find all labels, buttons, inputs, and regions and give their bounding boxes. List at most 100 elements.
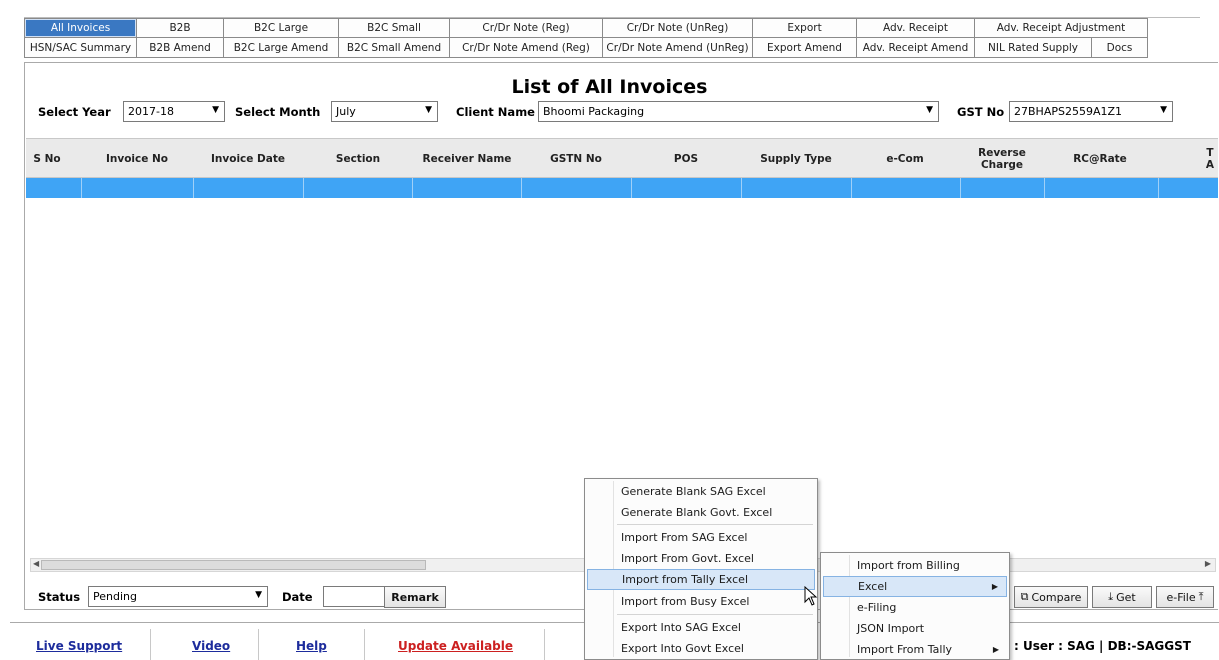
column-header[interactable]: T A — [1202, 139, 1218, 179]
column-header[interactable]: POS — [632, 139, 740, 179]
video-link[interactable]: Video — [192, 639, 230, 653]
gst-value: 27BHAPS2559A1Z1 — [1014, 105, 1123, 118]
tab-crdr-note-reg[interactable]: Cr/Dr Note (Reg) — [449, 18, 602, 38]
parent-menu: Import from Billing Excel ▶ e-Filing JSO… — [820, 552, 1010, 660]
month-label: Select Month — [235, 105, 321, 119]
selected-row[interactable] — [26, 178, 1218, 198]
row-divider — [1044, 178, 1045, 198]
remark-button[interactable]: Remark — [384, 586, 446, 608]
month-select[interactable]: July ▼ — [331, 101, 438, 122]
compare-icon: ⧉ — [1020, 590, 1029, 603]
update-available-link[interactable]: Update Available — [398, 639, 513, 653]
tab-b2b-amend[interactable]: B2B Amend — [136, 38, 223, 58]
tab-hsn-sac-summary[interactable]: HSN/SAC Summary — [24, 38, 136, 58]
scroll-left-icon[interactable]: ◀ — [33, 559, 39, 568]
client-value: Bhoomi Packaging — [543, 105, 645, 118]
scroll-thumb[interactable] — [41, 560, 426, 570]
tab-adv-receipt-adjustment[interactable]: Adv. Receipt Adjustment — [974, 18, 1148, 38]
chevron-down-icon: ▼ — [212, 105, 219, 115]
menu-item-import-from-tally[interactable]: Import From Tally ▶ — [823, 639, 1007, 660]
menu-item-generate-blank-sag-excel[interactable]: Generate Blank SAG Excel — [587, 481, 815, 502]
footer-divider — [150, 629, 151, 660]
column-header[interactable]: S No — [26, 139, 68, 179]
menu-item-excel[interactable]: Excel ▶ — [823, 576, 1007, 597]
gst-label: GST No — [957, 105, 1005, 119]
footer-divider — [364, 629, 365, 660]
row-divider — [631, 178, 632, 198]
menu-item-import-from-tally-label: Import From Tally — [857, 643, 953, 656]
column-header[interactable]: e-Com — [852, 139, 958, 179]
row-divider — [960, 178, 961, 198]
tab-grid: All Invoices B2B B2C Large B2C Small Cr/… — [24, 0, 1200, 62]
row-divider — [521, 178, 522, 198]
year-value: 2017-18 — [128, 105, 174, 118]
menu-item-generate-blank-govt-excel[interactable]: Generate Blank Govt. Excel — [587, 502, 815, 523]
tab-b2c-small-amend[interactable]: B2C Small Amend — [338, 38, 449, 58]
tab-crdr-note-amend-reg[interactable]: Cr/Dr Note Amend (Reg) — [449, 38, 602, 58]
column-header[interactable]: RC@Rate — [1044, 139, 1156, 179]
menu-separator — [617, 614, 813, 615]
chevron-down-icon: ▼ — [255, 590, 262, 600]
status-select[interactable]: Pending ▼ — [88, 586, 268, 607]
menu-item-import-from-tally-excel[interactable]: Import from Tally Excel — [587, 569, 815, 590]
gst-select[interactable]: 27BHAPS2559A1Z1 ▼ — [1009, 101, 1173, 122]
tab-crdr-note-unreg[interactable]: Cr/Dr Note (UnReg) — [602, 18, 752, 38]
column-header[interactable]: Supply Type — [742, 139, 850, 179]
tab-b2c-small[interactable]: B2C Small — [338, 18, 449, 38]
tab-b2c-large-amend[interactable]: B2C Large Amend — [223, 38, 338, 58]
column-header[interactable]: Section — [304, 139, 412, 179]
tab-export[interactable]: Export — [752, 18, 856, 38]
month-value: July — [336, 105, 356, 118]
help-link[interactable]: Help — [296, 639, 327, 653]
row-divider — [193, 178, 194, 198]
tab-docs[interactable]: Docs — [1091, 38, 1148, 58]
column-header[interactable]: Invoice No — [81, 139, 193, 179]
get-label: Get — [1116, 590, 1136, 604]
tab-adv-receipt-amend[interactable]: Adv. Receipt Amend — [856, 38, 974, 58]
compare-label: Compare — [1031, 590, 1082, 604]
year-label: Select Year — [38, 105, 111, 119]
menu-item-import-from-govt-excel[interactable]: Import From Govt. Excel — [587, 548, 815, 569]
year-select[interactable]: 2017-18 ▼ — [123, 101, 225, 122]
column-header[interactable]: GSTN No — [522, 139, 630, 179]
scroll-right-icon[interactable]: ▶ — [1205, 559, 1211, 568]
menu-item-e-filing[interactable]: e-Filing — [823, 597, 1007, 618]
tab-all-invoices[interactable]: All Invoices — [24, 18, 136, 38]
compare-button[interactable]: ⧉ Compare — [1014, 586, 1088, 608]
tab-b2c-large[interactable]: B2C Large — [223, 18, 338, 38]
submenu-arrow-icon: ▶ — [992, 645, 999, 654]
tab-export-amend[interactable]: Export Amend — [752, 38, 856, 58]
tab-nil-rated-supply[interactable]: NIL Rated Supply — [974, 38, 1091, 58]
user-db-status: : User : SAG | DB:-SAGGST — [1014, 639, 1191, 653]
client-select[interactable]: Bhoomi Packaging ▼ — [538, 101, 939, 122]
menu-item-export-into-govt-excel[interactable]: Export Into Govt Excel — [587, 638, 815, 659]
client-label: Client Name — [456, 105, 535, 119]
column-header[interactable]: Invoice Date — [194, 139, 302, 179]
page-title: List of All Invoices — [511, 76, 708, 98]
upload-icon: ⤒ — [1198, 590, 1204, 603]
menu-item-import-from-busy-excel[interactable]: Import from Busy Excel — [587, 591, 815, 612]
tab-crdr-note-amend-unreg[interactable]: Cr/Dr Note Amend (UnReg) — [602, 38, 752, 58]
menu-separator — [617, 524, 813, 525]
row-divider — [412, 178, 413, 198]
column-header[interactable]: Receiver Name — [413, 139, 521, 179]
submenu-arrow-icon: ▶ — [991, 582, 998, 591]
menu-item-import-from-billing[interactable]: Import from Billing — [823, 555, 1007, 576]
mouse-cursor-icon — [804, 586, 818, 606]
menu-item-export-into-sag-excel[interactable]: Export Into SAG Excel — [587, 617, 815, 638]
get-button[interactable]: ⤓ Get — [1092, 586, 1152, 608]
menu-item-import-from-sag-excel[interactable]: Import From SAG Excel — [587, 527, 815, 548]
tab-adv-receipt[interactable]: Adv. Receipt — [856, 18, 974, 38]
menu-item-json-import[interactable]: JSON Import — [823, 618, 1007, 639]
efile-button[interactable]: e-File ⤒ — [1156, 586, 1214, 608]
column-header[interactable]: Reverse Charge — [962, 139, 1042, 179]
row-divider — [1158, 178, 1159, 198]
live-support-link[interactable]: Live Support — [36, 639, 122, 653]
tab-row-1: All Invoices B2B B2C Large B2C Small Cr/… — [24, 18, 1200, 38]
download-icon: ⤓ — [1108, 590, 1114, 603]
context-menu: Generate Blank SAG Excel Generate Blank … — [584, 478, 818, 660]
chevron-down-icon: ▼ — [926, 105, 933, 115]
tab-b2b[interactable]: B2B — [136, 18, 223, 38]
tab-row-2: HSN/SAC Summary B2B Amend B2C Large Amen… — [24, 38, 1200, 58]
footer-divider — [544, 629, 545, 660]
